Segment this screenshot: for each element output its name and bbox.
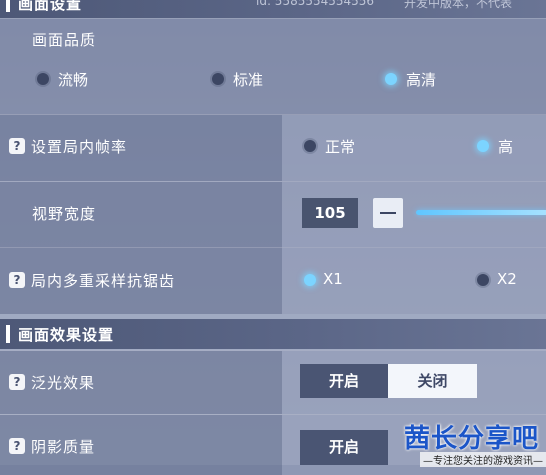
fov-decrease-button[interactable] xyxy=(373,198,403,228)
msaa-x1-radio[interactable] xyxy=(304,274,316,286)
msaa-label: 局内多重采样抗锯齿 xyxy=(31,272,176,290)
framerate-help-icon[interactable]: ? xyxy=(9,138,25,154)
quality-option-hd-radio[interactable] xyxy=(385,73,397,85)
effects-settings-title: 画面效果设置 xyxy=(18,325,115,344)
header-accent-bar xyxy=(6,0,10,12)
framerate-normal-label[interactable]: 正常 xyxy=(325,136,355,157)
quality-label: 画面品质 xyxy=(32,31,97,49)
version-notice-text: 开发中版本，不代表 xyxy=(404,0,513,10)
framerate-label: 设置局内帧率 xyxy=(31,138,128,156)
bloom-on-button[interactable]: 开启 xyxy=(300,364,388,398)
framerate-high-radio[interactable] xyxy=(477,140,489,152)
effects-header-accent-bar xyxy=(6,325,10,343)
watermark-logo-text: 茜长分享吧 xyxy=(404,424,540,454)
msaa-x1-label[interactable]: X1 xyxy=(323,270,343,288)
graphics-settings-title: 画面设置 xyxy=(18,0,83,13)
framerate-normal-radio[interactable] xyxy=(304,140,316,152)
bloom-label: 泛光效果 xyxy=(31,374,96,392)
bloom-help-icon[interactable]: ? xyxy=(9,374,25,390)
shadow-on-button[interactable]: 开启 xyxy=(300,430,388,465)
effects-settings-header: 画面效果设置 xyxy=(0,319,546,349)
fov-value-box[interactable]: 105 xyxy=(302,198,358,228)
fov-label: 视野宽度 xyxy=(32,205,97,223)
quality-option-smooth-radio[interactable] xyxy=(37,73,49,85)
msaa-x2-label[interactable]: X2 xyxy=(497,270,517,288)
msaa-help-icon[interactable]: ? xyxy=(9,272,25,288)
quality-option-smooth-label[interactable]: 流畅 xyxy=(58,69,88,90)
shadow-label: 阴影质量 xyxy=(31,438,96,456)
quality-option-hd-label[interactable]: 高清 xyxy=(406,69,436,90)
msaa-x2-radio[interactable] xyxy=(477,274,489,286)
shadow-help-icon[interactable]: ? xyxy=(9,438,25,454)
quality-option-standard-radio[interactable] xyxy=(212,73,224,85)
player-id-text: id: 5585554554556 xyxy=(256,0,375,8)
fov-slider[interactable] xyxy=(416,210,546,215)
framerate-high-label[interactable]: 高 xyxy=(498,136,513,157)
quality-option-standard-label[interactable]: 标准 xyxy=(233,69,263,90)
bloom-off-button[interactable]: 关闭 xyxy=(388,364,477,398)
